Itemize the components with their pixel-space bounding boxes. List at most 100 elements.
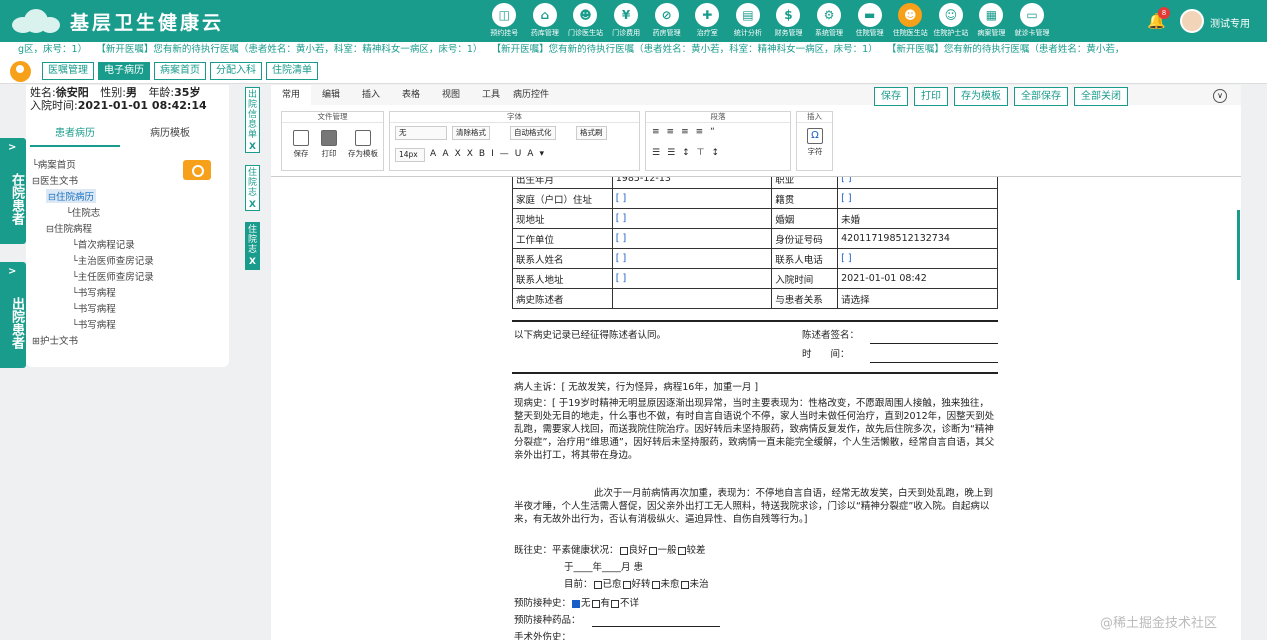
avatar[interactable] — [1180, 9, 1204, 33]
close-icon[interactable]: X — [246, 142, 259, 152]
ribbon-tab[interactable]: 病历控件 — [511, 85, 551, 105]
table-cell[interactable]: [ ] — [611, 208, 773, 229]
table-cell[interactable]: 请选择 — [837, 288, 998, 309]
tree-node[interactable]: └首次病程记录 — [72, 237, 135, 251]
nav-nurse[interactable]: ☺ 住院护士站 — [931, 3, 972, 37]
char-tool-button[interactable]: Ω 字符 — [802, 128, 828, 157]
checkbox-option[interactable]: 未愈 — [651, 579, 680, 590]
table-cell[interactable]: 420117198512132734 — [837, 228, 998, 249]
checkbox[interactable] — [680, 580, 689, 589]
checkbox-option[interactable]: 较差 — [677, 545, 706, 556]
vtab-admission[interactable]: 住院志 X — [245, 165, 260, 211]
tree-node[interactable]: └主任医师查房记录 — [72, 269, 154, 283]
nav-warehouse[interactable]: ⌂ 药库管理 — [525, 3, 566, 37]
ribbon-tab[interactable]: 视图 — [431, 85, 471, 105]
vtab-discharge[interactable]: 出院信息单 X — [245, 87, 260, 153]
tab-patient-records[interactable]: 患者病历 — [30, 125, 120, 147]
table-cell[interactable]: [ ] — [837, 248, 998, 269]
clear-format-button[interactable]: 清除格式 — [452, 126, 490, 140]
checkbox[interactable] — [572, 599, 581, 608]
chief-complaint[interactable]: 病人主诉：[ 无故发笑，行为怪异，病程16年，加重一月 ] — [514, 381, 758, 394]
tree-node[interactable]: └书写病程 — [72, 301, 116, 315]
table-cell[interactable]: [ ] — [837, 177, 998, 189]
format-brush-button[interactable]: 格式刷 — [576, 126, 607, 140]
close-icon[interactable]: X — [246, 257, 259, 267]
checkbox-option[interactable]: 无 — [571, 598, 591, 609]
checkbox-option[interactable]: 有 — [591, 598, 610, 609]
discharged-patients-button[interactable]: > 出院患者 — [0, 262, 26, 368]
tree-toggle-icon[interactable]: ⊟ — [48, 192, 56, 203]
tree-node[interactable]: └书写病程 — [72, 317, 116, 331]
tree-node[interactable]: ⊟医生文书 — [32, 173, 78, 187]
tree-node[interactable]: └主治医师查房记录 — [72, 253, 154, 267]
template-tool-button[interactable]: 存为模板 — [344, 130, 382, 159]
align-icons[interactable]: ≡≡≡≡“ — [652, 127, 722, 137]
auto-format-button[interactable]: 自动格式化 — [510, 126, 556, 140]
user-name[interactable]: 测试专用 — [1210, 15, 1250, 30]
module-tab[interactable]: 电子病历 — [98, 62, 150, 80]
chevron-down-icon[interactable]: ∨ — [1213, 89, 1227, 103]
table-cell[interactable]: [ ] — [837, 188, 998, 209]
tree-node[interactable]: └书写病程 — [72, 285, 116, 299]
checkbox[interactable] — [677, 546, 686, 555]
save-tool-button[interactable]: 保存 — [290, 130, 312, 159]
font-style-icons[interactable]: AAXXBI—UA▾ — [430, 149, 550, 159]
table-cell[interactable] — [611, 288, 773, 309]
refresh-icon[interactable] — [183, 160, 211, 180]
checkbox-option[interactable]: 一般 — [648, 545, 677, 556]
nav-bed[interactable]: ▬ 住院管理 — [849, 3, 890, 37]
tree-toggle-icon[interactable]: ⊟ — [46, 224, 54, 235]
checkbox-option[interactable]: 未治 — [680, 579, 709, 590]
tree-node[interactable]: ⊟住院病历 — [46, 189, 96, 203]
checkbox[interactable] — [593, 580, 602, 589]
nav-chart[interactable]: ▤ 统计分析 — [728, 3, 769, 37]
module-tab[interactable]: 医嘱管理 — [42, 62, 94, 80]
table-cell[interactable]: 未婚 — [837, 208, 998, 229]
checkbox[interactable] — [651, 580, 660, 589]
tree-toggle-icon[interactable]: ⊞ — [32, 336, 40, 347]
nav-doctor[interactable]: ☻ 门诊医生站 — [565, 3, 606, 37]
ribbon-tab[interactable]: 编辑 — [311, 85, 351, 105]
onset-year[interactable]: 于____年____月 患 — [564, 561, 643, 574]
print-tool-button[interactable]: 打印 — [318, 130, 340, 159]
history-present-1[interactable]: 现病史：[ 于19岁时精神无明显原因逐渐出现异常，当时主要表现为：性格改变，不愿… — [514, 397, 996, 462]
table-cell[interactable]: [ ] — [611, 268, 773, 289]
nav-pill[interactable]: ⊘ 药房管理 — [646, 3, 687, 37]
table-cell[interactable]: [ ] — [611, 188, 773, 209]
ribbon-tab[interactable]: 插入 — [351, 85, 391, 105]
nav-doctor[interactable]: ☻ 住院医生站 — [890, 3, 931, 37]
tree-node[interactable]: ⊞护士文书 — [32, 333, 78, 347]
in-hospital-patients-button[interactable]: > 在院患者 — [0, 138, 26, 244]
nav-finance[interactable]: $ 财务管理 — [768, 3, 809, 37]
module-tab[interactable]: 分配入科 — [210, 62, 262, 80]
checkbox-option[interactable]: 已愈 — [593, 579, 622, 590]
ribbon-tab[interactable]: 工具 — [471, 85, 511, 105]
checkbox[interactable] — [622, 580, 631, 589]
ribbon-tab[interactable]: 表格 — [391, 85, 431, 105]
ribbon-tab[interactable]: 常用 — [271, 85, 311, 105]
checkbox-option[interactable]: 良好 — [619, 545, 648, 556]
table-cell[interactable]: [ ] — [611, 228, 773, 249]
table-cell[interactable]: [ ] — [611, 248, 773, 269]
tab-record-templates[interactable]: 病历模板 — [120, 125, 220, 147]
history-present-2[interactable]: 此次于一月前病情再次加重，表现为：不停地自言自语，经常无故发笑，白天到处乱跑，晚… — [514, 487, 996, 526]
scrollbar[interactable] — [1237, 210, 1240, 280]
action-button[interactable]: 保存 — [874, 87, 908, 106]
checkbox[interactable] — [611, 599, 620, 608]
checkbox[interactable] — [619, 546, 628, 555]
action-button[interactable]: 打印 — [914, 87, 948, 106]
module-tab[interactable]: 病案首页 — [154, 62, 206, 80]
module-tab[interactable]: 住院清单 — [266, 62, 318, 80]
checkbox[interactable] — [591, 599, 600, 608]
tree-node[interactable]: ⊟住院病程 — [46, 221, 92, 235]
nav-card[interactable]: ▭ 就诊卡管理 — [1012, 3, 1053, 37]
nav-treatment[interactable]: ✚ 治疗室 — [687, 3, 728, 37]
nav-calendar[interactable]: ◫ 预约挂号 — [484, 3, 525, 37]
action-button[interactable]: 全部保存 — [1014, 87, 1068, 106]
tree-toggle-icon[interactable]: ⊟ — [32, 176, 40, 187]
font-size-select[interactable]: 14px — [395, 148, 425, 162]
nav-settings[interactable]: ⚙ 系统管理 — [809, 3, 850, 37]
tree-node[interactable]: └住院志 — [66, 205, 100, 219]
table-cell[interactable]: 2021-01-01 08:42 — [837, 268, 998, 289]
checkbox-option[interactable]: 好转 — [622, 579, 651, 590]
